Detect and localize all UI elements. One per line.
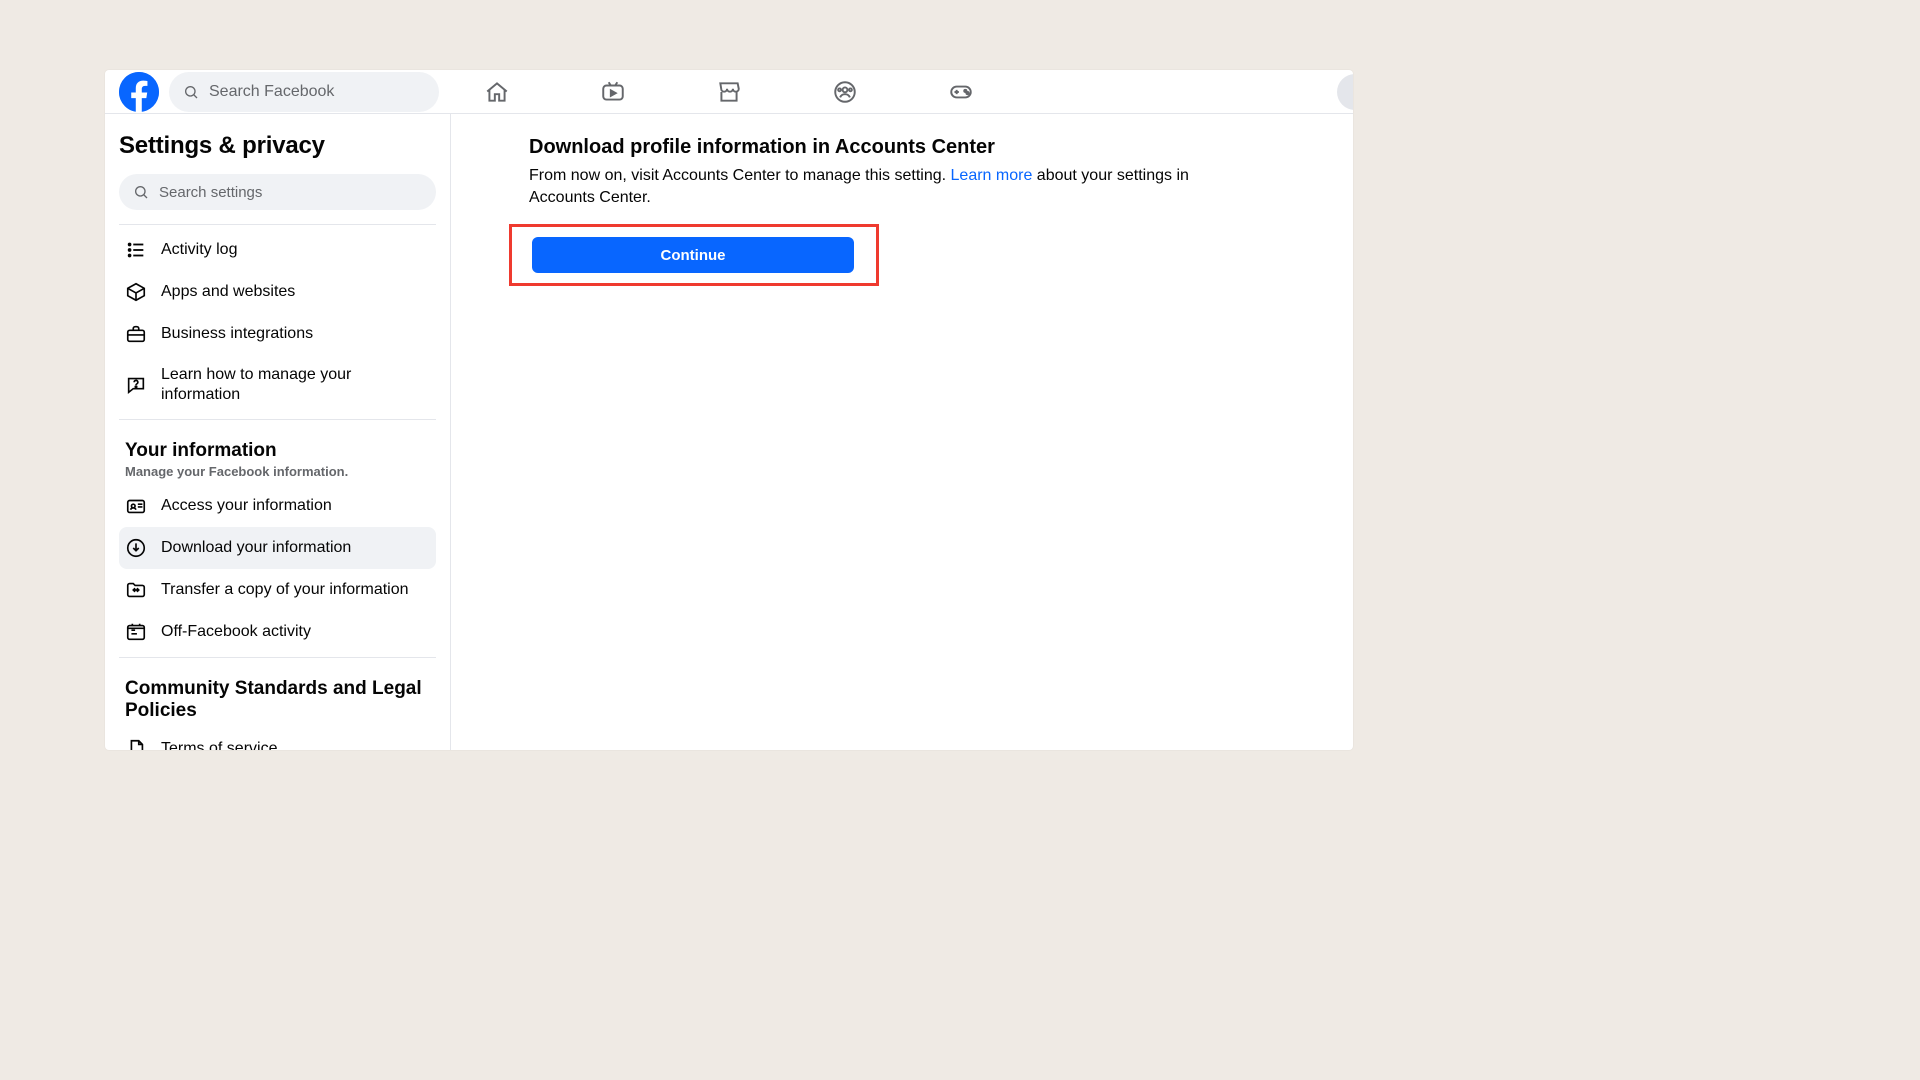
document-icon — [125, 738, 147, 750]
settings-search-input[interactable] — [159, 184, 422, 201]
section-community-standards: Community Standards and Legal Policies — [119, 662, 436, 728]
divider — [119, 419, 436, 420]
sidebar-item-off-facebook-activity[interactable]: Off-Facebook activity — [119, 611, 436, 653]
video-icon — [600, 79, 626, 105]
briefcase-icon — [125, 323, 147, 345]
sidebar-item-download-information[interactable]: Download your information — [119, 527, 436, 569]
search-icon — [133, 184, 149, 200]
sidebar-item-label: Business integrations — [161, 324, 313, 344]
sidebar-item-learn-manage-info[interactable]: Learn how to manage your information — [119, 355, 436, 415]
main-content: Download profile information in Accounts… — [451, 114, 1353, 750]
sidebar-item-apps-websites[interactable]: Apps and websites — [119, 271, 436, 313]
section-title: Community Standards and Legal Policies — [125, 678, 430, 722]
page-title: Download profile information in Accounts… — [529, 136, 1229, 159]
section-your-information: Your information Manage your Facebook in… — [119, 424, 436, 485]
nav-groups[interactable] — [832, 79, 858, 105]
sidebar-item-terms-of-service[interactable]: Terms of service — [119, 728, 436, 750]
groups-icon — [832, 79, 858, 105]
global-search-input[interactable] — [209, 83, 425, 101]
marketplace-icon — [716, 79, 742, 105]
nav-marketplace[interactable] — [716, 79, 742, 105]
activity-icon — [125, 621, 147, 643]
list-icon — [125, 239, 147, 261]
sidebar-item-label: Learn how to manage your information — [161, 365, 430, 405]
section-subtitle: Manage your Facebook information. — [125, 464, 430, 479]
desc-text-before: From now on, visit Accounts Center to ma… — [529, 167, 951, 184]
top-bar — [105, 70, 1353, 114]
sidebar-item-activity-log[interactable]: Activity log — [119, 229, 436, 271]
continue-button[interactable]: Continue — [532, 237, 854, 273]
sidebar-item-label: Transfer a copy of your information — [161, 580, 409, 600]
section-title: Your information — [125, 440, 430, 462]
cube-icon — [125, 281, 147, 303]
facebook-logo[interactable] — [119, 72, 159, 112]
question-bubble-icon — [125, 374, 147, 396]
id-card-icon — [125, 495, 147, 517]
nav-video[interactable] — [600, 79, 626, 105]
sidebar-item-access-information[interactable]: Access your information — [119, 485, 436, 527]
sidebar-item-label: Access your information — [161, 496, 332, 516]
sidebar-item-label: Terms of service — [161, 739, 277, 750]
annotation-highlight: Continue — [509, 224, 879, 286]
gaming-icon — [948, 79, 974, 105]
home-icon — [484, 79, 510, 105]
sidebar: Settings & privacy Activity log Ap — [105, 114, 451, 750]
search-icon — [183, 84, 199, 100]
sidebar-title: Settings & privacy — [119, 132, 436, 160]
settings-search[interactable] — [119, 174, 436, 210]
learn-more-link[interactable]: Learn more — [951, 167, 1033, 184]
account-menu[interactable] — [1337, 74, 1353, 110]
folder-transfer-icon — [125, 579, 147, 601]
nav-gaming[interactable] — [948, 79, 974, 105]
sidebar-item-business-integrations[interactable]: Business integrations — [119, 313, 436, 355]
sidebar-item-label: Off-Facebook activity — [161, 622, 311, 642]
sidebar-item-label: Apps and websites — [161, 282, 295, 302]
sidebar-item-label: Activity log — [161, 240, 237, 260]
sidebar-item-label: Download your information — [161, 538, 351, 558]
global-search[interactable] — [169, 72, 439, 112]
nav-home[interactable] — [484, 79, 510, 105]
divider — [119, 224, 436, 225]
sidebar-item-transfer-copy[interactable]: Transfer a copy of your information — [119, 569, 436, 611]
page-description: From now on, visit Accounts Center to ma… — [529, 165, 1229, 208]
divider — [119, 657, 436, 658]
download-circle-icon — [125, 537, 147, 559]
